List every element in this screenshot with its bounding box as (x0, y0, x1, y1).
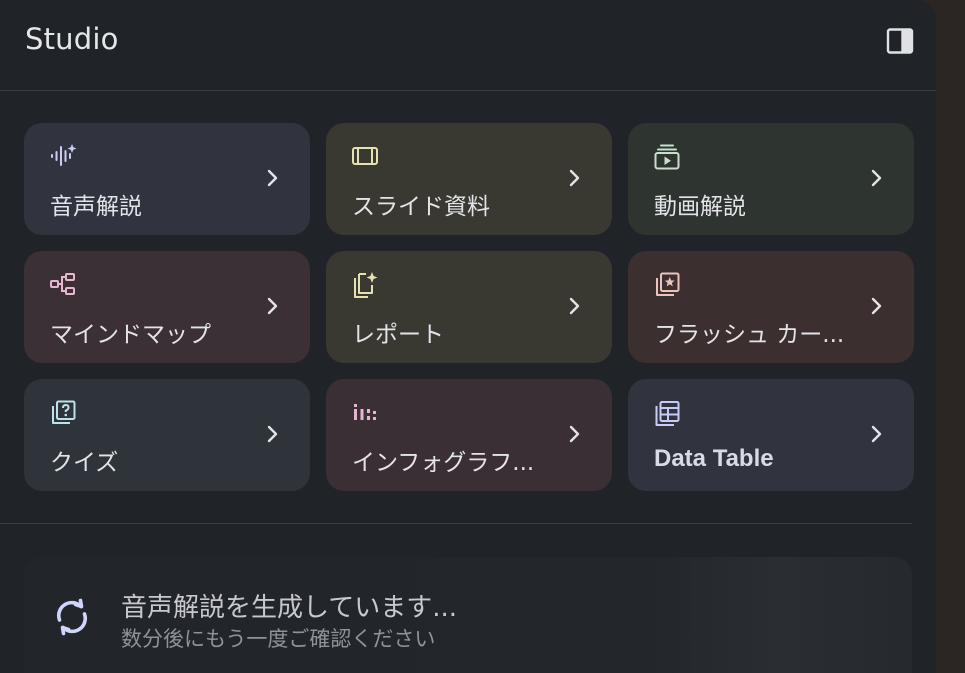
video-overview-icon (654, 144, 680, 170)
generation-status-card: 音声解説を生成しています... 数分後にもう一度ご確認ください (24, 557, 912, 673)
studio-header: Studio (0, 0, 936, 91)
chevron-right-icon (569, 297, 580, 315)
tile-label: Data Table (654, 445, 774, 472)
side-panel-icon (886, 28, 914, 54)
tile-data-table[interactable]: Data Table (628, 379, 914, 491)
panel-title: Studio (25, 22, 119, 56)
infographic-icon (354, 404, 376, 420)
chevron-right-icon (267, 297, 278, 315)
chevron-right-icon (871, 297, 882, 315)
tile-label: 音声解説 (50, 194, 142, 220)
tile-audio-overview[interactable]: 音声解説 (24, 123, 310, 235)
tile-label: スライド資料 (352, 194, 490, 220)
tile-label: インフォグラフ... (352, 450, 535, 476)
tile-report[interactable]: レポート (326, 251, 612, 363)
tile-label: フラッシュ カー... (654, 322, 845, 348)
tile-infographic[interactable]: インフォグラフ... (326, 379, 612, 491)
tile-mind-map[interactable]: マインドマップ (24, 251, 310, 363)
tile-label: 動画解説 (654, 194, 746, 220)
status-title: 音声解説を生成しています... (121, 593, 458, 623)
data-table-icon (655, 401, 680, 426)
mind-map-icon (50, 273, 75, 295)
quiz-icon (52, 400, 76, 424)
chevron-right-icon (871, 169, 882, 187)
sync-icon (57, 598, 87, 636)
studio-panel: Studio 音声解説 スライド資料 動画解説 マインドマップ レポート フラッ… (0, 0, 936, 673)
tile-label: クイズ (50, 450, 119, 476)
tile-flashcards[interactable]: フラッシュ カー... (628, 251, 914, 363)
tile-label: レポート (352, 322, 444, 348)
chevron-right-icon (569, 169, 580, 187)
audio-spark-icon (51, 144, 77, 166)
flashcards-icon (656, 272, 680, 296)
chevron-right-icon (267, 169, 278, 187)
tile-video-overview[interactable]: 動画解説 (628, 123, 914, 235)
tile-label: マインドマップ (50, 322, 211, 348)
status-subtitle: 数分後にもう一度ご確認ください (121, 627, 436, 651)
tile-quiz[interactable]: クイズ (24, 379, 310, 491)
collapse-panel-button[interactable] (882, 23, 918, 59)
report-icon (354, 272, 378, 298)
section-divider (0, 523, 912, 524)
chevron-right-icon (871, 425, 882, 443)
chevron-right-icon (569, 425, 580, 443)
slides-icon (352, 147, 378, 165)
studio-tools-grid: 音声解説 スライド資料 動画解説 マインドマップ レポート フラッシュ カー..… (24, 123, 914, 491)
chevron-right-icon (267, 425, 278, 443)
tile-slides[interactable]: スライド資料 (326, 123, 612, 235)
